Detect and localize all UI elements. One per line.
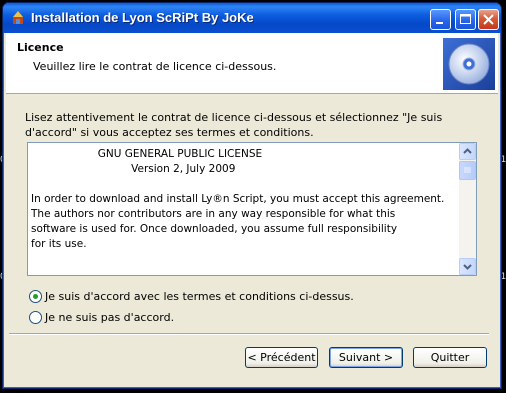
page-subtitle: Veuillez lire le contrat de licence ci-d… bbox=[33, 60, 277, 73]
maximize-icon bbox=[460, 14, 471, 24]
scroll-up-button[interactable] bbox=[459, 143, 476, 160]
quit-button[interactable]: Quitter bbox=[413, 347, 487, 368]
scroll-down-button[interactable] bbox=[459, 258, 476, 275]
minimize-button[interactable] bbox=[430, 9, 451, 30]
wizard-header: Licence Veuillez lire le contrat de lice… bbox=[6, 33, 498, 94]
close-button[interactable] bbox=[478, 9, 499, 30]
cd-disc-icon bbox=[443, 38, 495, 90]
license-text: GNU GENERAL PUBLIC LICENSE Version 2, Ju… bbox=[31, 148, 445, 250]
close-icon bbox=[483, 14, 494, 25]
scroll-thumb[interactable] bbox=[459, 161, 476, 180]
grip-icon bbox=[464, 167, 471, 173]
installer-icon bbox=[13, 11, 23, 24]
button-separator bbox=[9, 333, 489, 335]
chevron-down-icon bbox=[463, 264, 472, 270]
minimize-icon bbox=[436, 22, 443, 24]
instructions-text: Lisez attentivement le contrat de licenc… bbox=[25, 111, 443, 139]
accept-label[interactable]: Je suis d'accord avec les termes et cond… bbox=[45, 290, 354, 303]
previous-button[interactable]: < Précédent bbox=[245, 347, 318, 368]
accept-radio[interactable] bbox=[29, 290, 42, 303]
license-textbox[interactable]: GNU GENERAL PUBLIC LICENSE Version 2, Ju… bbox=[27, 142, 477, 276]
license-scrollbar[interactable] bbox=[459, 143, 476, 275]
decline-radio[interactable] bbox=[29, 311, 42, 324]
decline-label[interactable]: Je ne suis pas d'accord. bbox=[45, 311, 174, 324]
window-title: Installation de Lyon ScRiPt By JoKe bbox=[31, 10, 254, 25]
maximize-button[interactable] bbox=[455, 9, 476, 30]
chevron-up-icon bbox=[463, 148, 472, 154]
title-bar[interactable]: Installation de Lyon ScRiPt By JoKe bbox=[3, 3, 501, 33]
page-title: Licence bbox=[17, 41, 64, 54]
next-button[interactable]: Suivant > bbox=[329, 347, 403, 368]
